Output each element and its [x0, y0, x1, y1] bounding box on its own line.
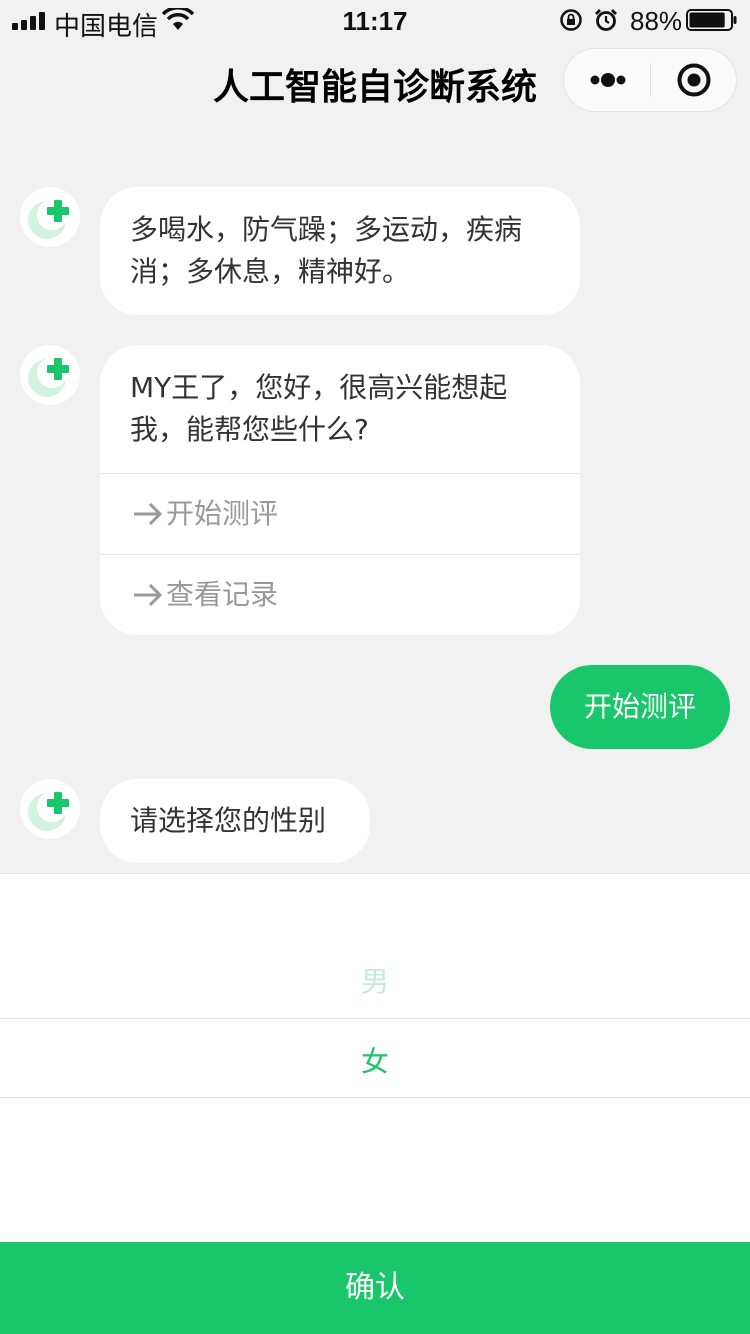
medical-cross-logo-icon	[28, 358, 69, 397]
orientation-lock-icon	[560, 9, 582, 31]
option-label: 查看记录	[166, 578, 279, 611]
picker-option-female[interactable]: 女	[0, 1040, 750, 1080]
option-start-assessment[interactable]: 开始测评	[100, 473, 580, 554]
menu-capsule	[563, 48, 737, 112]
bot-avatar	[20, 779, 80, 839]
medical-cross-logo-icon	[28, 200, 69, 239]
bot-message-bubble: 多喝水，防气躁；多运动，疾病消；多休息，精神好。	[100, 187, 580, 315]
close-target-icon[interactable]	[651, 49, 737, 111]
status-bar: 中国电信 11:17 88%	[0, 0, 750, 41]
option-view-records[interactable]: 查看记录	[100, 554, 580, 635]
battery-icon	[686, 9, 737, 31]
picker-selection-line-bottom	[0, 1097, 750, 1098]
bot-avatar	[20, 187, 80, 247]
arrow-right-icon	[134, 583, 163, 607]
confirm-button[interactable]: 确认	[0, 1242, 750, 1334]
arrow-right-icon	[134, 502, 163, 526]
alarm-icon	[595, 9, 617, 31]
bot-avatar	[20, 345, 80, 405]
gender-picker[interactable]: 男 女	[0, 873, 750, 1242]
message-text: 多喝水，防气躁；多运动，疾病消；多休息，精神好。	[130, 213, 523, 288]
user-message-bubble: 开始测评	[550, 665, 730, 749]
message-text: MY王了，您好，很高兴能想起我，能帮您些什么?	[130, 371, 508, 446]
option-label: 开始测评	[166, 497, 279, 530]
bot-message-bubble: 请选择您的性别	[100, 779, 370, 863]
picker-selection-line-top	[0, 1018, 750, 1019]
picker-option-male[interactable]: 男	[0, 960, 750, 1000]
bot-message-bubble: MY王了，您好，很高兴能想起我，能帮您些什么? 开始测评 查看记录	[100, 345, 580, 635]
battery-percent: 88%	[630, 6, 683, 36]
more-icon[interactable]	[564, 49, 650, 111]
medical-cross-logo-icon	[28, 792, 69, 831]
message-text: 请选择您的性别	[130, 804, 327, 837]
